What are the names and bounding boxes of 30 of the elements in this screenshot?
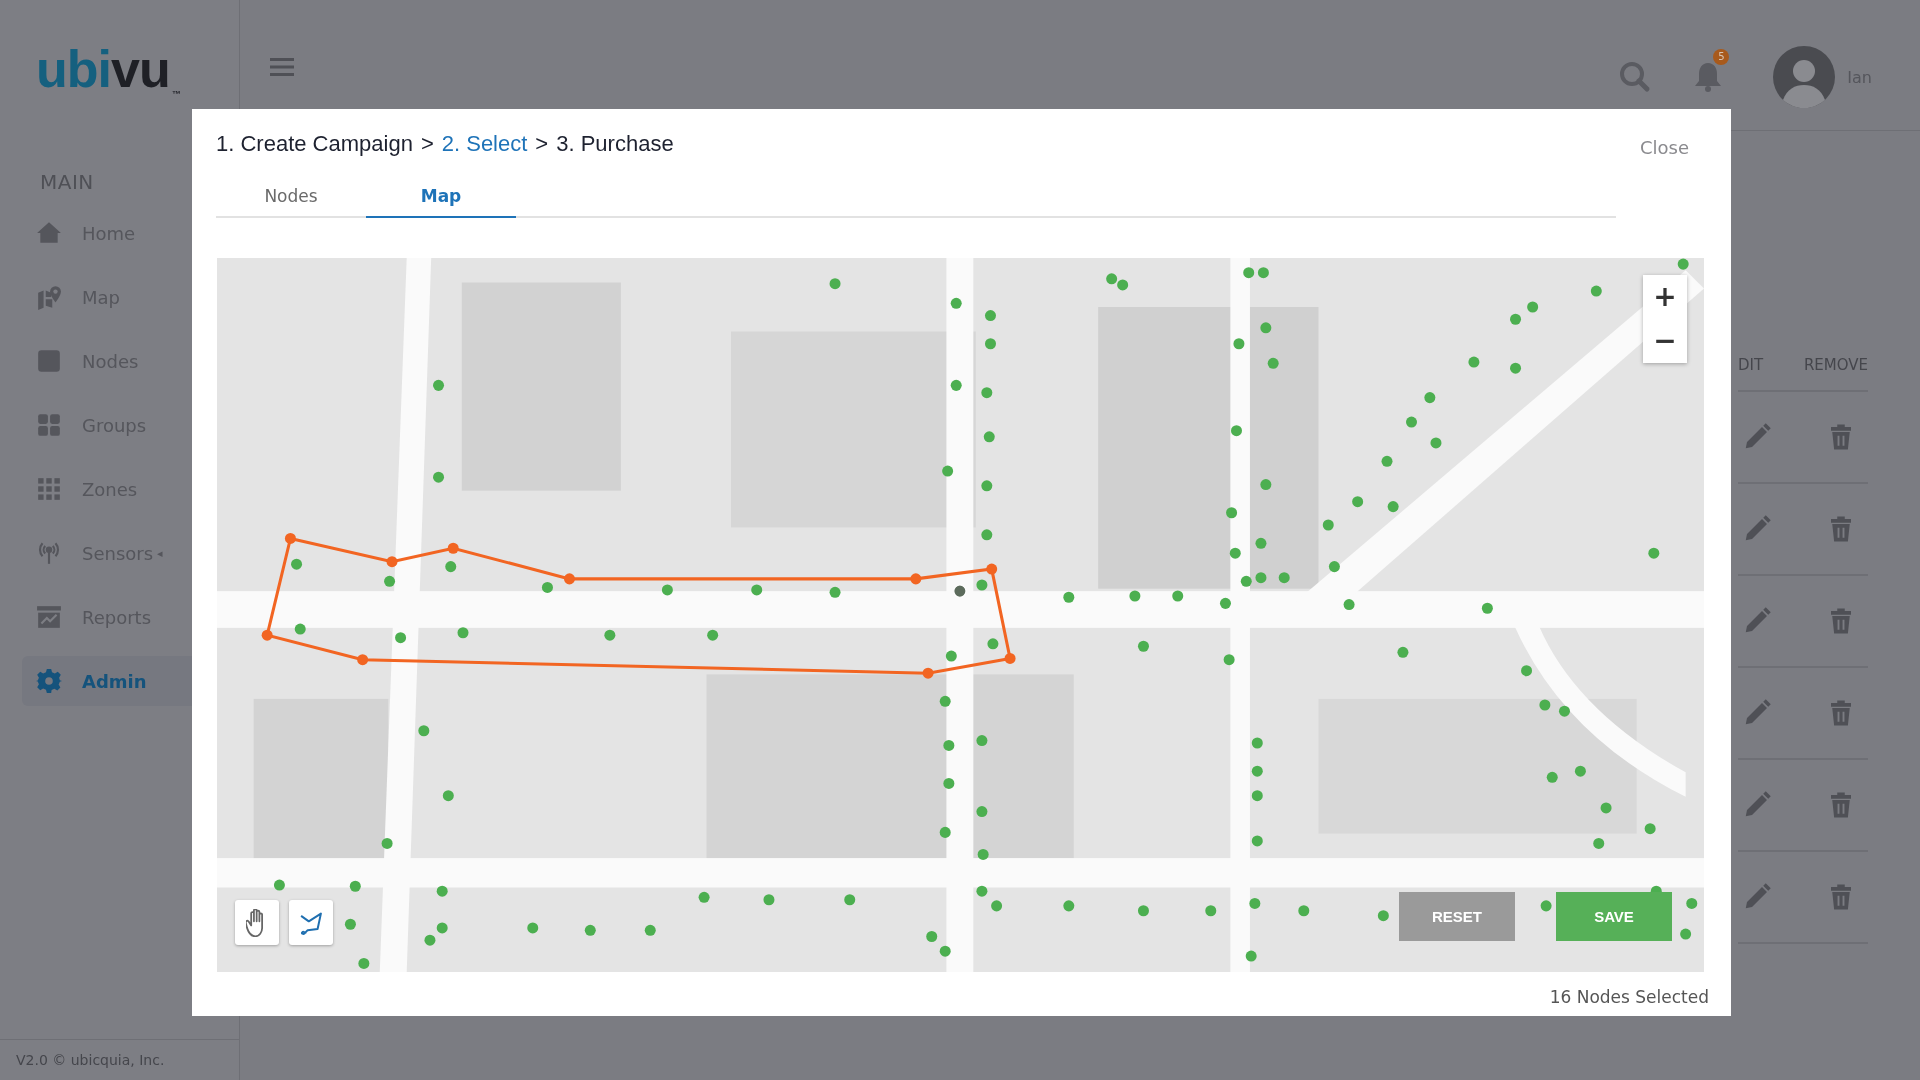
chart-icon: [36, 604, 62, 630]
grid-icon: [36, 412, 62, 438]
selection-polygon[interactable]: [261, 532, 1016, 679]
search-icon[interactable]: [1619, 61, 1652, 93]
home-icon: [36, 220, 62, 246]
breadcrumb-separator: >: [535, 130, 549, 157]
save-button[interactable]: SAVE: [1556, 892, 1672, 941]
avatar[interactable]: [1773, 46, 1836, 108]
zoom-out-button[interactable]: −: [1643, 319, 1687, 363]
notification-badge: 5: [1713, 49, 1730, 65]
breadcrumb-separator: >: [420, 130, 434, 157]
zoom-in-button[interactable]: +: [1643, 275, 1687, 319]
tab[interactable]: Nodes: [216, 178, 366, 218]
breadcrumb-step[interactable]: 1. Create Campaign: [216, 130, 413, 157]
map-tool-button[interactable]: [289, 900, 333, 945]
tab[interactable]: Map: [366, 178, 516, 218]
grid-icon: [36, 476, 62, 502]
map-pin-icon: [36, 284, 62, 310]
breadcrumb-step[interactable]: 3. Purchase: [556, 130, 674, 157]
selection-count: 16 Nodes Selected: [1549, 987, 1709, 1007]
breadcrumb-step[interactable]: 2. Select: [441, 130, 528, 157]
bell-icon[interactable]: [1693, 61, 1724, 93]
close-link[interactable]: Close: [1639, 137, 1689, 158]
antenna-icon: [36, 540, 62, 566]
reset-button[interactable]: RESET: [1399, 892, 1515, 941]
gear-icon: [36, 668, 62, 694]
footer-text: V2.0 © ubicquia, Inc.: [0, 1039, 239, 1080]
map-tool-button[interactable]: [235, 900, 279, 945]
square-icon: [36, 348, 62, 374]
menu-icon[interactable]: [270, 58, 294, 76]
